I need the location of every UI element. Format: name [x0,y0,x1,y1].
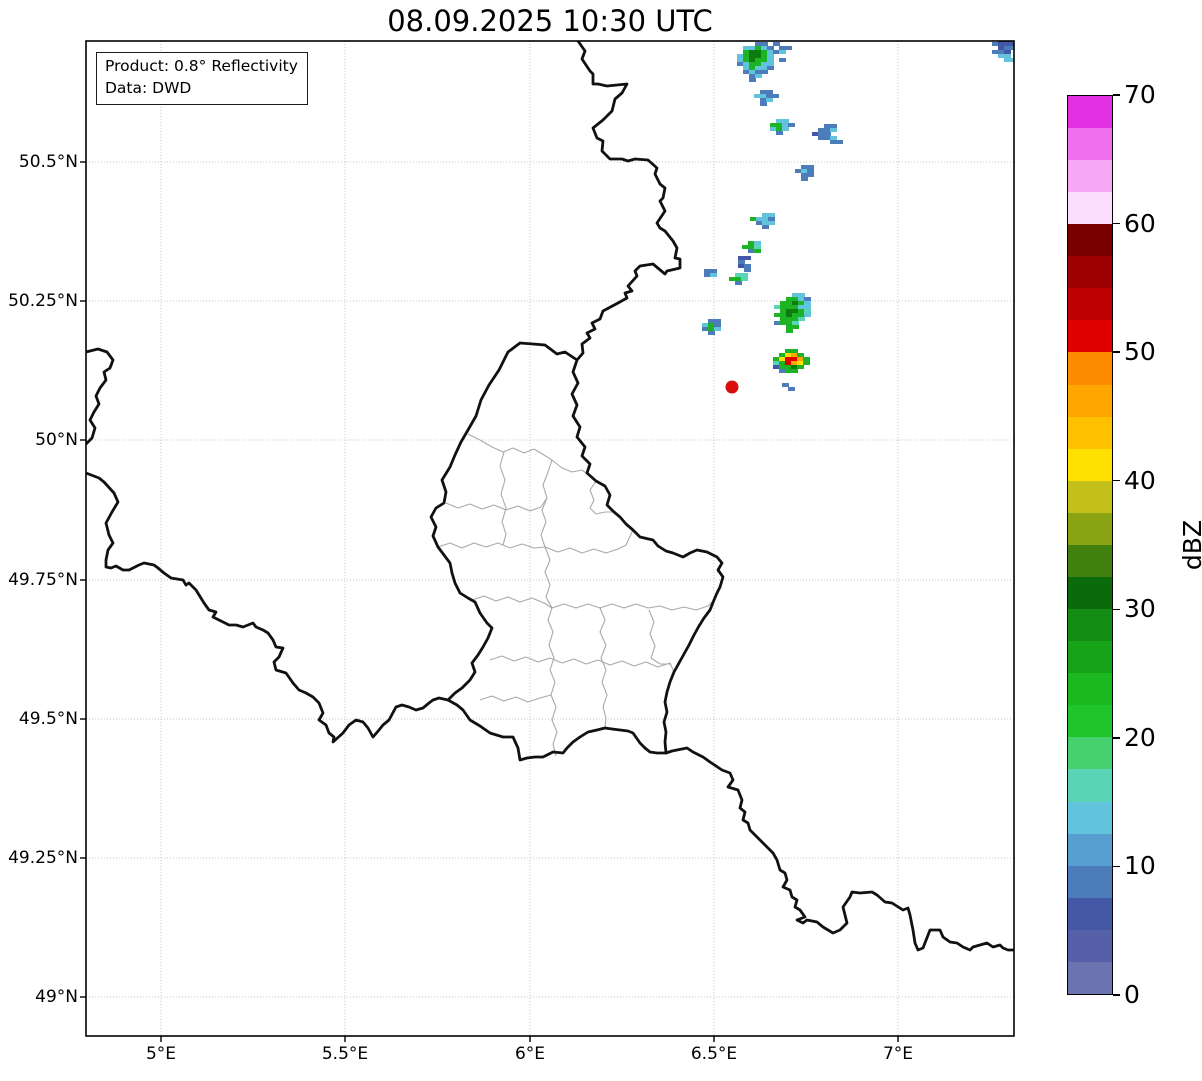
colorbar-tick-mark [1113,608,1120,611]
colorbar-segment [1068,95,1112,128]
colorbar-tick-label: 70 [1124,80,1156,109]
x-tick-label: 7°E [882,1044,914,1064]
colorbar-tick-label: 60 [1124,208,1156,238]
radar-figure: 08.09.2025 10:30 UTC Product: 0.8° Refle… [0,0,1202,1081]
y-tick-label: 50°N [35,430,78,450]
colorbar-segment [1068,769,1112,802]
colorbar-segment [1068,576,1112,610]
colorbar-segment [1068,737,1112,770]
colorbar-segment [1068,192,1112,225]
y-tick-label: 50.5°N [18,152,78,172]
y-tick-label: 49.5°N [18,709,78,729]
colorbar-segment [1068,448,1112,481]
product-info-line1: Product: 0.8° Reflectivity [105,57,298,75]
y-tick-label: 49.75°N [8,570,78,590]
colorbar-segment [1068,127,1112,160]
colorbar-segment [1068,641,1112,674]
colorbar-tick-label: 10 [1124,851,1156,881]
colorbar-segment [1068,673,1112,706]
colorbar-segment [1068,961,1112,994]
colorbar-segment [1068,544,1112,577]
x-tick-label: 5°E [145,1044,177,1064]
colorbar-segment [1068,512,1112,545]
colorbar-segment [1068,865,1112,898]
radar-echoes [702,41,1014,391]
colorbar-segment [1068,416,1112,449]
colorbar-segment [1068,256,1112,289]
colorbar-segment [1068,352,1112,385]
colorbar-tick-mark [1113,222,1120,225]
colorbar-segment [1068,705,1112,738]
y-tick-label: 49°N [35,987,78,1007]
product-info-line2: Data: DWD [105,78,192,97]
product-info-box: Product: 0.8° Reflectivity Data: DWD [96,52,308,106]
colorbar-tick-label: 30 [1124,594,1156,624]
y-tick-label: 50.25°N [8,291,78,311]
x-tick-label: 6°E [514,1044,546,1064]
colorbar-segment [1068,480,1112,513]
map-canvas [80,40,1015,1042]
colorbar-tick-mark [1113,994,1120,996]
colorbar-tick-mark [1113,737,1120,739]
canton-borders [437,433,715,757]
colorbar-segment [1068,288,1112,321]
colorbar-tick-mark [1113,479,1120,482]
colorbar-unit-label: dBZ [1177,519,1202,571]
radar-site-marker [725,380,739,394]
colorbar-tick-label: 50 [1124,337,1156,367]
colorbar-segment [1068,897,1112,930]
colorbar-segment [1068,929,1112,962]
colorbar-tick-mark [1113,351,1120,353]
colorbar-segment [1068,801,1112,834]
colorbar [1067,95,1113,995]
colorbar-tick-label: 0 [1124,980,1140,1009]
colorbar-segment [1068,384,1112,417]
colorbar-segment [1068,224,1112,257]
x-tick-label: 6.5°E [690,1044,738,1064]
colorbar-tick-mark [1113,865,1120,868]
colorbar-tick-mark [1113,94,1120,96]
colorbar-tick-label: 40 [1124,465,1156,495]
x-tick-label: 5.5°E [321,1044,369,1064]
colorbar-segment [1068,609,1112,642]
y-tick-label: 49.25°N [8,848,78,868]
colorbar-segment [1068,833,1112,866]
colorbar-segment [1068,320,1112,353]
country-borders [86,41,1014,952]
colorbar-segment [1068,159,1112,193]
colorbar-tick-label: 20 [1124,722,1156,752]
